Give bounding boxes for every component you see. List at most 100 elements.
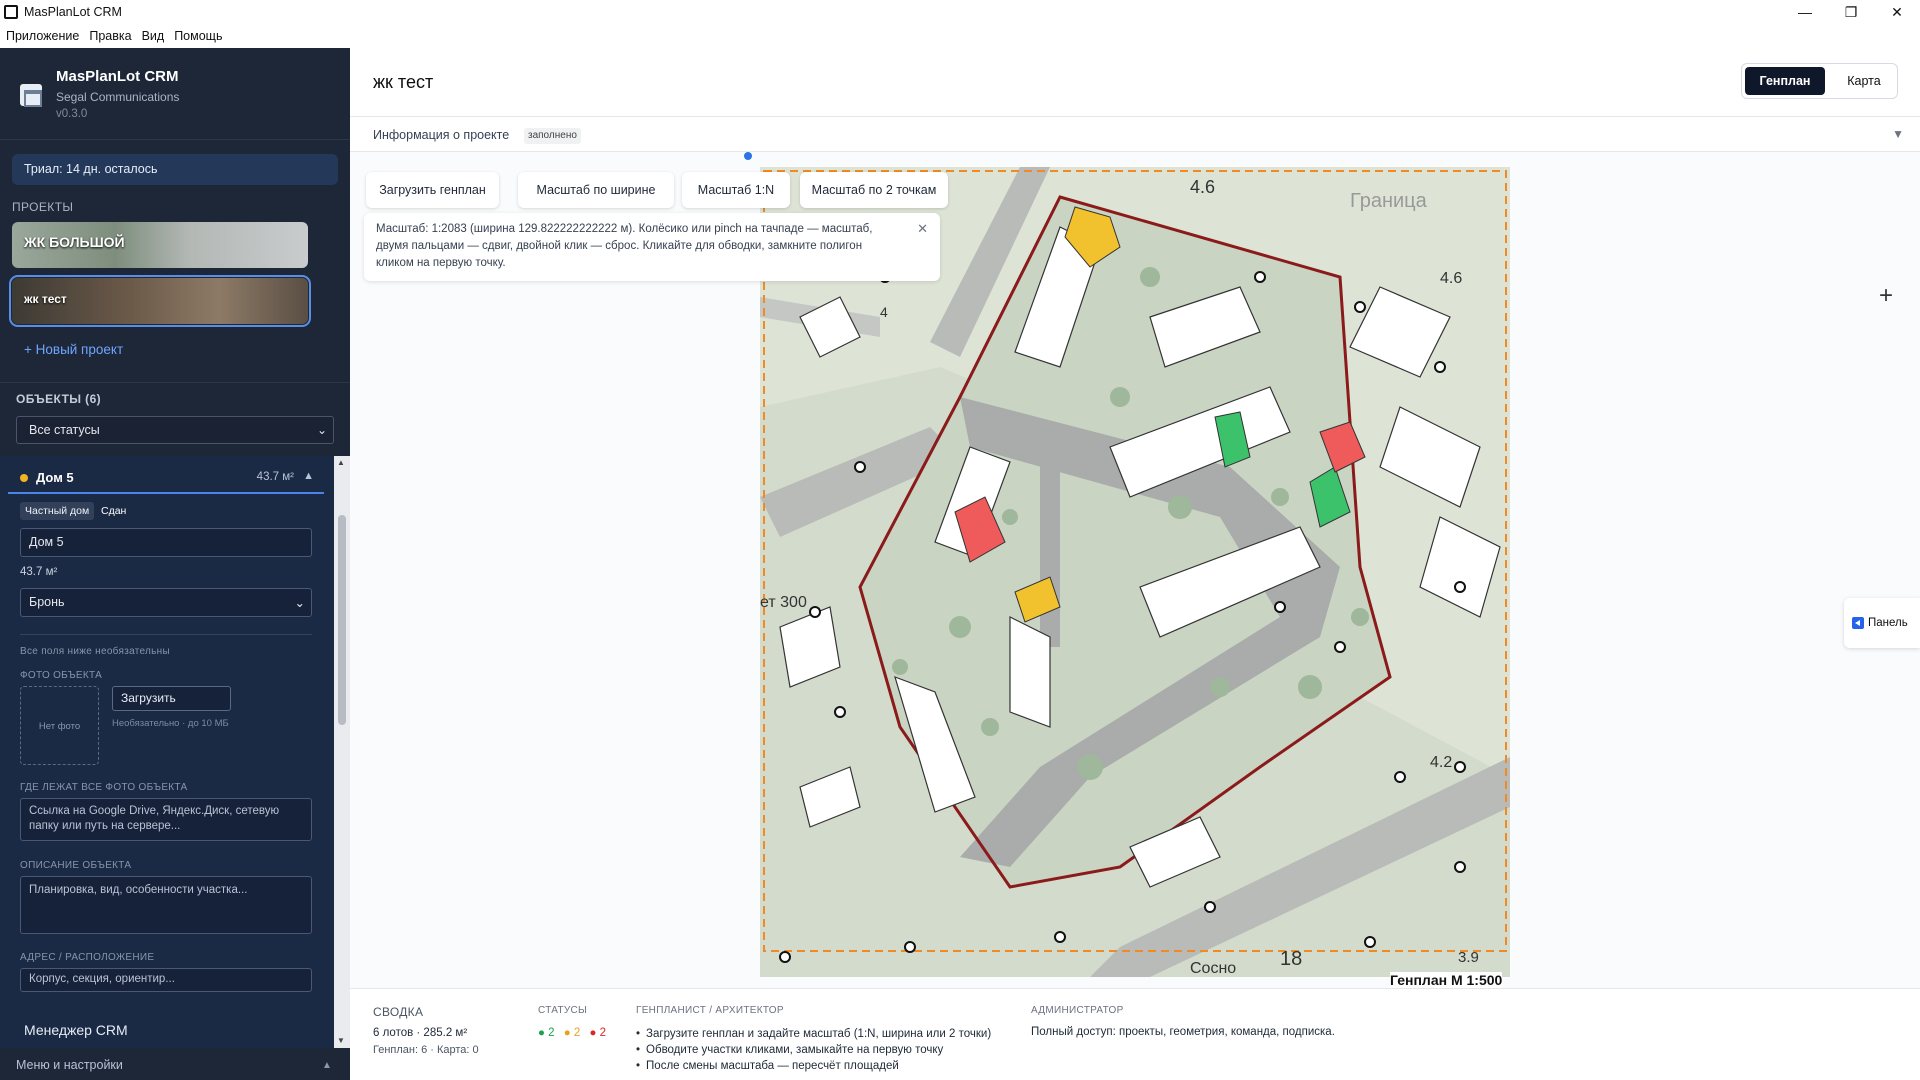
photos-location-input[interactable]: Ссылка на Google Drive, Яндекс.Диск, сет… <box>20 798 312 841</box>
object-area-value: 43.7 м² <box>20 566 58 578</box>
list-item: После смены масштаба — пересчёт площадей <box>636 1058 991 1074</box>
address-input[interactable]: Корпус, секция, ориентир... <box>20 968 312 992</box>
menu-app[interactable]: Приложение <box>6 29 79 43</box>
plan-label-boundary: Граница <box>1350 190 1428 212</box>
architect-list: Загрузите генплан и задайте масштаб (1:N… <box>636 1026 991 1074</box>
crm-manager-label[interactable]: Менеджер CRM <box>24 1022 128 1038</box>
architect-label: ГЕНПЛАНИСТ / АРХИТЕКТОР <box>636 1005 784 1016</box>
scroll-up-icon[interactable]: ▲ <box>337 458 345 467</box>
object-scroll-thumb[interactable] <box>338 515 346 725</box>
menu-edit[interactable]: Правка <box>89 29 131 43</box>
window-title: MasPlanLot CRM <box>24 5 122 19</box>
plan-label-height: 4.6 <box>1190 177 1215 197</box>
plan-canvas[interactable]: 4.6 4.6 4.2 3.9 18 4 Граница Сосно ет 30… <box>350 152 1920 988</box>
plan-label-number: 18 <box>1280 948 1302 970</box>
expand-triangle-icon[interactable]: ▼ <box>1892 127 1904 141</box>
project-info-title: Информация о проекте <box>373 128 510 142</box>
scale-hint-box: Масштаб: 1:2083 (ширина 129.822222222222… <box>364 213 940 281</box>
object-header[interactable]: Дом 5 43.7 м² ▲ <box>8 462 324 494</box>
project-card-test[interactable]: жк тест <box>9 275 311 327</box>
object-editor: Дом 5 43.7 м² ▲ Частный дом Сдан Дом 5 4… <box>0 456 334 1048</box>
list-item: Загрузите генплан и задайте масштаб (1:N… <box>636 1026 991 1042</box>
photo-label: ФОТО ОБЪЕКТА <box>20 670 103 681</box>
plan-label-height: 4.2 <box>1430 754 1452 771</box>
plan-scale-caption: Генплан М 1:500 <box>1390 972 1503 988</box>
admin-text: Полный доступ: проекты, геометрия, коман… <box>1031 1026 1335 1038</box>
description-label: ОПИСАНИЕ ОБЪЕКТА <box>20 860 132 871</box>
object-name: Дом 5 <box>36 470 74 485</box>
scale-1n-button[interactable]: Масштаб 1:N <box>682 172 790 208</box>
object-area: 43.7 м² <box>256 471 294 483</box>
plan-label-street: ет 300 <box>760 594 807 611</box>
object-status-select[interactable]: Бронь ⌄ <box>20 588 312 617</box>
summary-lots: 6 лотов · 285.2 м² <box>373 1027 468 1039</box>
upload-hint: Необязательно · до 10 МБ <box>112 718 229 729</box>
photo-placeholder: Нет фото <box>20 686 99 765</box>
object-name-input[interactable]: Дом 5 <box>20 528 312 557</box>
scroll-down-icon[interactable]: ▼ <box>337 1036 345 1045</box>
panel-icon <box>1852 616 1864 629</box>
chevron-down-icon: ⌄ <box>316 423 327 437</box>
admin-label: АДМИНИСТРАТОР <box>1031 1005 1124 1016</box>
divider <box>0 382 350 383</box>
list-item: Обводите участки кликами, замыкайте на п… <box>636 1042 991 1058</box>
status-filter-value: Все статусы <box>29 423 100 437</box>
summary-title: СВОДКА <box>373 1005 424 1019</box>
new-project-link[interactable]: + Новый проект <box>24 342 123 357</box>
summary-footer: СВОДКА 6 лотов · 285.2 м² Генплан: 6 · К… <box>350 988 1920 1080</box>
app-version: v0.3.0 <box>56 108 88 120</box>
menu-settings-label[interactable]: Меню и настройки <box>16 1058 123 1072</box>
menu-bar: Приложение Правка Вид Помощь <box>0 24 1920 48</box>
project-card-bolshoy[interactable]: ЖК БОЛЬШОЙ <box>12 222 308 268</box>
projects-label: ПРОЕКТЫ <box>12 200 74 214</box>
maximize-button[interactable]: ❐ <box>1828 0 1874 24</box>
status-filter-select[interactable]: Все статусы ⌄ <box>16 416 334 444</box>
status-count-reserved: ● 2 <box>563 1027 581 1039</box>
objects-label: ОБЪЕКТЫ (6) <box>16 392 102 406</box>
object-status-value: Бронь <box>29 595 65 609</box>
upload-genplan-button[interactable]: Загрузить генплан <box>366 172 499 208</box>
close-icon[interactable]: ✕ <box>917 220 928 237</box>
description-input[interactable]: Планировка, вид, особенности участка... <box>20 876 312 934</box>
project-info-bar[interactable]: Информация о проекте заполнено ▼ <box>350 116 1920 152</box>
main-area: жк тест Генплан Карта Информация о проек… <box>350 48 1920 1080</box>
upload-photo-button[interactable]: Загрузить <box>112 686 231 711</box>
plan-label-number: 4 <box>880 304 888 320</box>
app-name: MasPlanLot CRM <box>56 68 179 85</box>
add-plus-icon[interactable]: + <box>1879 282 1893 310</box>
window-controls: — ❐ ✕ <box>1782 0 1920 24</box>
window-titlebar: MasPlanLot CRM — ❐ ✕ <box>0 0 1920 24</box>
panel-toggle-button[interactable]: Панель <box>1844 598 1920 648</box>
plan-label-height: 4.6 <box>1440 270 1462 287</box>
address-label: АДРЕС / РАСПОЛОЖЕНИЕ <box>20 952 155 963</box>
view-toggle: Генплан Карта <box>1741 63 1898 99</box>
page-title: жк тест <box>373 72 434 92</box>
optional-note: Все поля ниже необязательны <box>20 646 170 657</box>
summary-counts: Генплан: 6 · Карта: 0 <box>373 1044 479 1056</box>
status-count-free: ● 2 <box>538 1027 555 1039</box>
close-button[interactable]: ✕ <box>1874 0 1920 24</box>
tab-genplan[interactable]: Генплан <box>1745 67 1825 95</box>
chevron-down-icon: ⌄ <box>294 596 305 610</box>
status-dot-icon <box>20 474 28 482</box>
sidebar: MasPlanLot CRM Segal Communications v0.3… <box>0 48 350 1080</box>
trial-banner: Триал: 14 дн. осталось <box>12 154 338 185</box>
project-card-label: жк тест <box>24 292 67 306</box>
genplan-image[interactable]: 4.6 4.6 4.2 3.9 18 4 Граница Сосно ет 30… <box>760 167 1510 977</box>
object-type-tag: Частный дом <box>20 502 95 520</box>
scale-2pt-button[interactable]: Масштаб по 2 точкам <box>800 172 948 208</box>
app-icon <box>4 5 18 19</box>
menu-help[interactable]: Помощь <box>174 29 222 43</box>
minimize-button[interactable]: — <box>1782 0 1828 24</box>
brand-header: MasPlanLot CRM Segal Communications v0.3… <box>0 48 350 140</box>
company-name: Segal Communications <box>56 90 180 104</box>
collapse-arrow-icon[interactable]: ▲ <box>303 470 314 482</box>
expand-arrow-icon[interactable]: ▲ <box>322 1060 332 1071</box>
tab-map[interactable]: Карта <box>1834 67 1894 95</box>
handle-dot-icon[interactable] <box>744 152 752 160</box>
project-card-label: ЖК БОЛЬШОЙ <box>24 234 125 250</box>
plan-label-height: 3.9 <box>1458 949 1479 966</box>
menu-view[interactable]: Вид <box>142 29 165 43</box>
scale-width-button[interactable]: Масштаб по ширине <box>518 172 674 208</box>
object-state-tag: Сдан <box>101 505 127 517</box>
